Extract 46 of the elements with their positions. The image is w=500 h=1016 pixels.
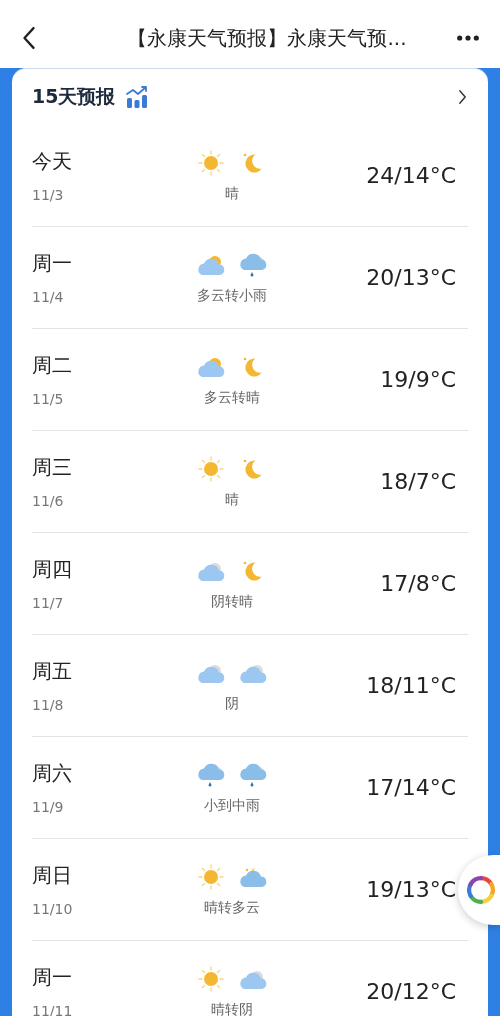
day-label: 今天 <box>32 148 73 175</box>
temperature-range: 19/13°C <box>366 877 457 902</box>
date-label: 11/10 <box>32 901 74 917</box>
day-label: 周日 <box>32 862 73 889</box>
trend-chart-icon[interactable] <box>125 85 150 109</box>
date-label: 11/5 <box>32 391 65 407</box>
temperature-range: 18/7°C <box>380 469 457 494</box>
weather-condition: 多云转晴 <box>204 388 260 407</box>
chevron-right-icon[interactable] <box>457 88 468 106</box>
weather-condition: 晴 <box>225 490 239 509</box>
date-label: 11/8 <box>32 697 65 713</box>
date-label: 11/3 <box>32 187 65 203</box>
day-label: 周一 <box>32 250 73 277</box>
sun-icon <box>196 454 226 483</box>
day-label: 周五 <box>32 658 73 685</box>
sun-icon <box>196 862 226 891</box>
swirl-logo-icon <box>464 873 498 907</box>
weather-condition: 多云转小雨 <box>197 286 267 305</box>
back-icon[interactable] <box>20 25 38 51</box>
day-label: 周一 <box>32 964 73 991</box>
temperature-range: 20/13°C <box>366 265 457 290</box>
temperature-range: 20/12°C <box>366 979 457 1004</box>
day-label: 周三 <box>32 454 73 481</box>
day-label: 周四 <box>32 556 73 583</box>
temperature-range: 19/9°C <box>380 367 457 392</box>
temperature-range: 18/11°C <box>366 673 457 698</box>
more-icon[interactable] <box>456 34 480 42</box>
page-title: 【永康天气预报】永康天气预... <box>126 24 408 52</box>
sun-icon <box>196 148 226 177</box>
day-label: 周二 <box>32 352 73 379</box>
day-label: 周六 <box>32 760 73 787</box>
temperature-range: 17/14°C <box>366 775 457 800</box>
date-label: 11/7 <box>32 595 65 611</box>
weather-condition: 晴转阴 <box>211 1000 253 1016</box>
weather-condition: 晴 <box>225 184 239 203</box>
date-label: 11/9 <box>32 799 65 815</box>
date-label: 11/4 <box>32 289 65 305</box>
temperature-range: 17/8°C <box>380 571 457 596</box>
weather-condition: 阴 <box>225 694 239 713</box>
weather-condition: 阴转晴 <box>211 592 253 611</box>
date-label: 11/6 <box>32 493 65 509</box>
card-title: 15天预报 <box>32 84 116 109</box>
sun-icon <box>196 964 226 993</box>
weather-condition: 晴转多云 <box>204 898 260 917</box>
weather-condition: 小到中雨 <box>204 796 260 815</box>
temperature-range: 24/14°C <box>366 163 457 188</box>
